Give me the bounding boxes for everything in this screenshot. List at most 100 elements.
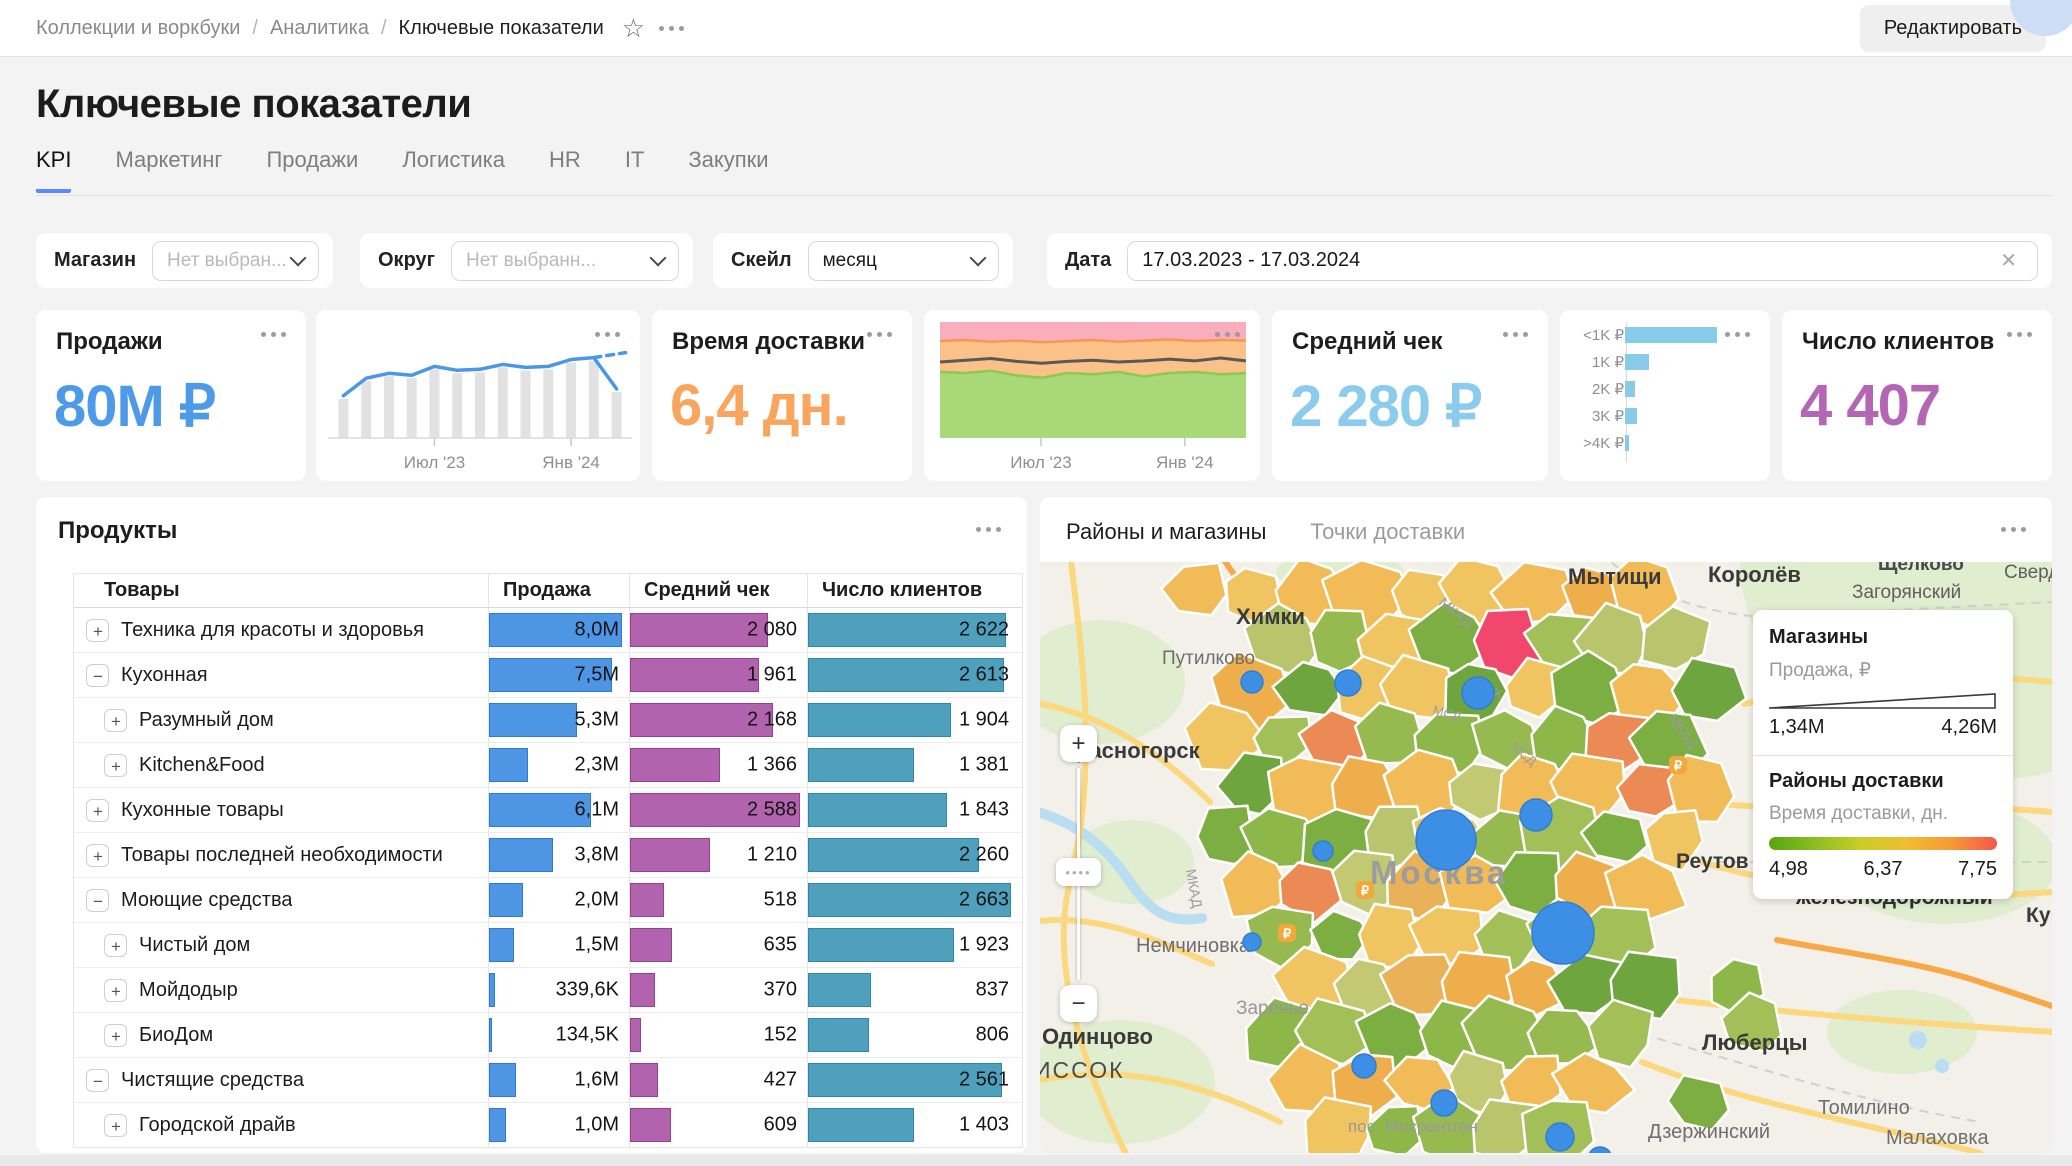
map-zoom-handle[interactable]: •••• — [1056, 858, 1101, 886]
table-row: +Мойдодыр339,6K370837 — [74, 968, 1022, 1013]
product-name: Чистый дом — [139, 934, 250, 957]
tab-продажи[interactable]: Продажи — [266, 147, 358, 193]
expand-button[interactable]: + — [104, 979, 127, 1002]
expand-button[interactable]: + — [104, 709, 127, 732]
card-menu-dots-icon[interactable] — [253, 324, 294, 345]
product-name: Мойдодыр — [139, 979, 238, 1002]
svg-text:Загорянский: Загорянский — [1852, 582, 1961, 603]
expand-button[interactable]: + — [104, 754, 127, 777]
page-menu-dots-icon[interactable] — [651, 18, 692, 39]
tab-kpi[interactable]: KPI — [36, 147, 71, 193]
tab-маркетинг[interactable]: Маркетинг — [115, 147, 222, 193]
chevron-down-icon — [650, 250, 667, 267]
card-menu-dots-icon[interactable] — [587, 324, 628, 345]
svg-text:Щелково: Щелково — [1878, 562, 1964, 575]
value-bar — [489, 748, 528, 782]
kpi-card-check-distribution: <1K ₽1K ₽2K ₽3K ₽>4K ₽ — [1560, 310, 1770, 481]
table-row: +Техника для красоты и здоровья8,0M2 080… — [74, 608, 1022, 653]
expand-button[interactable]: + — [86, 799, 109, 822]
value-label: 2 080 — [747, 619, 797, 642]
page-bottom-strip — [0, 1155, 2072, 1166]
collapse-button[interactable]: − — [86, 664, 109, 687]
value-bar — [808, 703, 951, 737]
map-zoom-out-button[interactable]: − — [1060, 985, 1097, 1022]
value-label: 8,0M — [575, 619, 619, 642]
value-bar — [808, 1018, 869, 1052]
svg-text:Мытищи: Мытищи — [1568, 564, 1662, 589]
svg-text:Янв '24: Янв '24 — [1156, 453, 1214, 472]
map-zoom-in-button[interactable]: + — [1060, 725, 1097, 762]
value-label: 6,1M — [575, 799, 619, 822]
column-header[interactable]: Средний чек — [630, 574, 808, 607]
kpi-clients-value: 4 407 — [1800, 372, 1940, 439]
check-dist-row: 2K ₽ — [1568, 380, 1758, 398]
map-tab-delivery-points[interactable]: Точки доставки — [1310, 519, 1465, 545]
column-header[interactable]: Товары — [74, 574, 489, 607]
value-label: 370 — [764, 979, 797, 1002]
kpi-card-clients: Число клиентов 4 407 — [1782, 310, 2052, 481]
column-header[interactable]: Продажа — [489, 574, 630, 607]
expand-button[interactable]: + — [104, 1024, 127, 1047]
value-bar — [630, 838, 710, 872]
filter-district: Округ Нет выбранн... — [360, 233, 693, 288]
clear-date-icon[interactable]: ✕ — [1994, 246, 2023, 275]
column-header[interactable]: Число клиентов — [808, 574, 1019, 607]
map-canvas[interactable]: ₽₽₽ХимкиПутилковоМытищиКоролёвЗагорянски… — [1040, 562, 2052, 1153]
map-tabs: Районы и магазины Точки доставки — [1066, 519, 1465, 545]
expand-button[interactable]: + — [86, 844, 109, 867]
filter-shop: Магазин Нет выбран... — [36, 233, 333, 288]
products-panel: Продукты ТоварыПродажаСредний чекЧисло к… — [36, 497, 1027, 1153]
value-bar — [489, 703, 577, 737]
legend-shops-min: 1,34M — [1769, 716, 1825, 739]
date-range-input[interactable]: 17.03.2023 - 17.03.2024 ✕ — [1127, 241, 2038, 281]
breadcrumb-collections[interactable]: Коллекции и воркбуки — [36, 17, 240, 40]
check-dist-row: >4K ₽ — [1568, 434, 1758, 452]
svg-text:Одинцово: Одинцово — [1042, 1024, 1153, 1049]
check-dist-bar — [1625, 354, 1649, 370]
breadcrumb-analytics[interactable]: Аналитика — [270, 17, 369, 40]
favorite-star-icon[interactable]: ☆ — [622, 15, 645, 41]
dashboard-tabs: KPI Маркетинг Продажи Логистика HR IT Закупки — [36, 147, 769, 193]
card-menu-dots-icon[interactable] — [1207, 324, 1248, 345]
product-name: БиоДом — [139, 1024, 213, 1047]
card-menu-dots-icon[interactable] — [1999, 324, 2040, 345]
breadcrumb-separator: / — [252, 17, 258, 40]
value-label: 2 663 — [959, 889, 1009, 912]
card-menu-dots-icon[interactable] — [859, 324, 900, 345]
card-menu-dots-icon[interactable] — [1495, 324, 1536, 345]
filter-district-select[interactable]: Нет выбранн... — [451, 241, 679, 281]
svg-text:₽: ₽ — [1361, 883, 1370, 898]
tab-hr[interactable]: HR — [549, 147, 581, 193]
filter-scale-select[interactable]: месяц — [808, 241, 999, 281]
breadcrumb-separator: / — [381, 17, 387, 40]
collapse-button[interactable]: − — [86, 889, 109, 912]
card-menu-dots-icon[interactable] — [1993, 519, 2034, 540]
value-label: 7,5M — [575, 664, 619, 687]
value-label: 1,5M — [575, 934, 619, 957]
tab-логистика[interactable]: Логистика — [402, 147, 505, 193]
value-bar — [630, 658, 759, 692]
expand-button[interactable]: + — [86, 619, 109, 642]
kpi-sales-title: Продажи — [56, 328, 163, 356]
card-menu-dots-icon[interactable] — [968, 519, 1009, 540]
table-row: +Городской драйв1,0M6091 403 — [74, 1103, 1022, 1147]
kpi-card-delivery-trend: Июл '23Янв '24 — [924, 310, 1260, 481]
legend-shops-title: Магазины — [1769, 626, 1997, 649]
kpi-card-sales: Продажи 80М ₽ — [36, 310, 306, 481]
filter-district-value: Нет выбранн... — [466, 250, 596, 272]
filter-shop-select[interactable]: Нет выбран... — [152, 241, 319, 281]
svg-text:ИССОК: ИССОК — [1040, 1057, 1125, 1083]
date-range-value: 17.03.2023 - 17.03.2024 — [1142, 249, 1360, 272]
value-label: 1 961 — [747, 664, 797, 687]
value-label: 427 — [764, 1069, 797, 1092]
svg-text:Томилино: Томилино — [1818, 1097, 1910, 1119]
tab-закупки[interactable]: Закупки — [688, 147, 768, 193]
expand-button[interactable]: + — [104, 1114, 127, 1137]
tab-it[interactable]: IT — [625, 147, 645, 193]
value-label: 2 613 — [959, 664, 1009, 687]
kpi-avg-check-value: 2 280 ₽ — [1290, 372, 1481, 440]
collapse-button[interactable]: − — [86, 1069, 109, 1092]
map-tab-districts-shops[interactable]: Районы и магазины — [1066, 519, 1266, 545]
value-label: 1,6M — [575, 1069, 619, 1092]
expand-button[interactable]: + — [104, 934, 127, 957]
